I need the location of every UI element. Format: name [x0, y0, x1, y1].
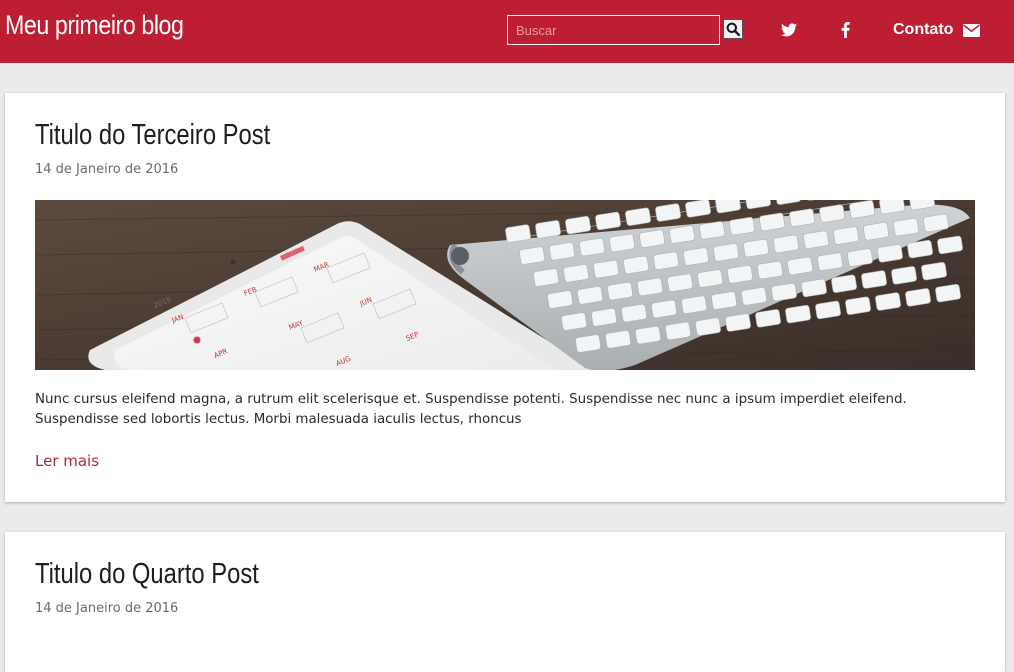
search-icon [726, 22, 740, 36]
search-input[interactable] [507, 15, 720, 45]
post-image: JAN FEB MAR APR MAY JUN AUG SEP 2015 [35, 200, 975, 370]
envelope-icon [963, 23, 981, 37]
post-date: 14 de Janeiro de 2016 [35, 162, 179, 177]
post-title[interactable]: Titulo do Terceiro Post [35, 119, 270, 152]
contact-link[interactable]: Contato [893, 17, 981, 43]
post-date: 14 de Janeiro de 2016 [35, 601, 179, 616]
twitter-icon [781, 23, 797, 37]
post-excerpt: Nunc cursus eleifend magna, a rutrum eli… [35, 392, 907, 427]
site-header: Meu primeiro blog Contato [0, 0, 1014, 63]
facebook-link[interactable] [832, 17, 858, 43]
site-title[interactable]: Meu primeiro blog [5, 10, 184, 41]
contact-label: Contato [893, 21, 954, 38]
search-button[interactable] [723, 19, 743, 39]
twitter-link[interactable] [776, 17, 802, 43]
post-card: Titulo do Terceiro Post 14 de Janeiro de… [5, 93, 1005, 502]
facebook-icon [841, 22, 850, 38]
post-title[interactable]: Titulo do Quarto Post [35, 558, 259, 591]
post-card: Titulo do Quarto Post 14 de Janeiro de 2… [5, 532, 1005, 672]
read-more-link[interactable]: Ler mais [35, 452, 99, 470]
